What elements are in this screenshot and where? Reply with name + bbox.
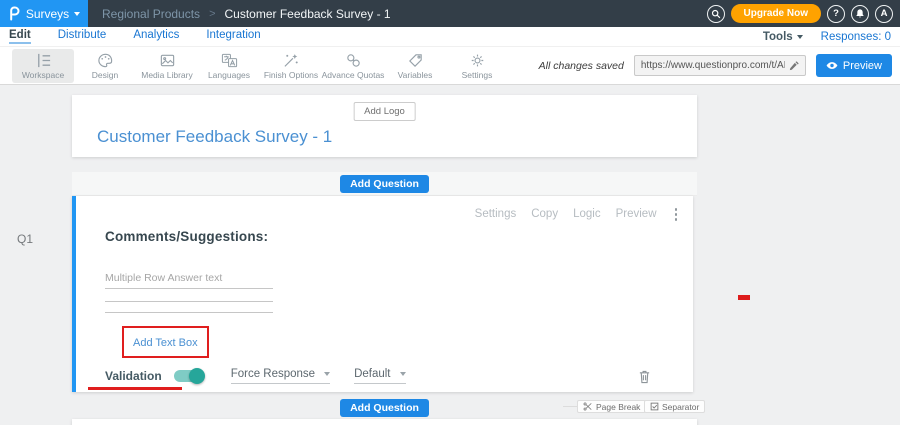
question-number-label: Q1 (17, 232, 33, 246)
chevron-down-icon (797, 35, 803, 39)
help-button[interactable]: ? (827, 5, 845, 23)
breadcrumb: Regional Products > Customer Feedback Su… (102, 7, 391, 21)
topbar: Surveys Regional Products > Customer Fee… (0, 0, 900, 27)
chevron-down-icon (74, 12, 80, 16)
responses-count-link[interactable]: Responses: 0 (821, 31, 891, 43)
palette-icon (96, 52, 115, 69)
toolbar-item-advance-quotas[interactable]: Advance Quotas (322, 49, 384, 83)
next-section-card (72, 419, 697, 425)
surveys-menu[interactable]: Surveys (0, 0, 88, 27)
toggle-knob (189, 368, 205, 384)
answer-row (105, 289, 273, 302)
search-button[interactable] (707, 5, 725, 23)
gear-icon (468, 52, 487, 69)
save-status: All changes saved (539, 60, 624, 72)
menubar-right: Tools Responses: 0 (763, 31, 900, 43)
tab-edit[interactable]: Edit (9, 29, 31, 44)
tab-distribute[interactable]: Distribute (58, 29, 107, 44)
question-actions: Settings Copy Logic Preview (475, 208, 677, 221)
search-icon (711, 9, 721, 19)
survey-editor-app: Surveys Regional Products > Customer Fee… (0, 0, 900, 425)
page-break-icon (583, 402, 593, 411)
tools-menu[interactable]: Tools (763, 31, 803, 43)
page-break-button[interactable]: Page Break (577, 400, 646, 413)
question-preview-link[interactable]: Preview (616, 208, 657, 220)
validation-label: Validation (105, 369, 162, 383)
add-text-box-link[interactable]: Add Text Box (133, 337, 198, 349)
toolbar-item-design[interactable]: Design (74, 49, 136, 83)
questionpro-logo-icon (8, 6, 21, 21)
question-copy-link[interactable]: Copy (531, 208, 558, 220)
toolbar-right: All changes saved https://www.questionpr… (539, 54, 900, 77)
validation-row: Validation Force Response Default (105, 368, 677, 384)
question-text[interactable]: Comments/Suggestions: (105, 229, 268, 244)
tab-integration[interactable]: Integration (206, 29, 260, 44)
multirow-answer-preview: Multiple Row Answer text (105, 272, 273, 313)
workspace-icon (34, 52, 53, 69)
breadcrumb-separator: > (209, 8, 215, 20)
trash-icon (638, 369, 651, 384)
toolbar-item-workspace[interactable]: Workspace (12, 49, 74, 83)
upgrade-now-button[interactable]: Upgrade Now (731, 4, 821, 23)
magic-wand-icon (282, 52, 301, 69)
eye-icon (826, 61, 838, 70)
translate-icon (220, 52, 239, 69)
tag-icon (406, 52, 425, 69)
toolbar-item-languages[interactable]: Languages (198, 49, 260, 83)
checkbox-icon (650, 402, 659, 411)
default-validation-dropdown[interactable]: Default (354, 368, 405, 384)
survey-header-card: Add Logo Customer Feedback Survey - 1 (72, 95, 697, 157)
menu-items: Edit Distribute Analytics Integration (0, 29, 261, 44)
add-logo-button[interactable]: Add Logo (353, 102, 416, 121)
answer-placeholder: Multiple Row Answer text (105, 272, 273, 289)
red-dash-annotation (738, 295, 750, 300)
delete-question-button[interactable] (638, 369, 651, 384)
product-name: Surveys (26, 7, 69, 21)
avatar[interactable]: A (875, 5, 893, 23)
add-question-bar-top: Add Question (72, 172, 697, 196)
toolbar-item-media-library[interactable]: Media Library (136, 49, 198, 83)
chevron-down-icon (324, 372, 330, 376)
breadcrumb-folder[interactable]: Regional Products (102, 7, 200, 21)
notifications-button[interactable] (851, 5, 869, 23)
question-card: Settings Copy Logic Preview Comments/Sug… (72, 196, 693, 392)
validation-red-underline-annotation (88, 387, 182, 390)
add-question-button-top[interactable]: Add Question (340, 175, 429, 193)
menubar: Edit Distribute Analytics Integration To… (0, 27, 900, 47)
toolbar-item-settings[interactable]: Settings (446, 49, 508, 83)
survey-url-field[interactable]: https://www.questionpro.com/t/APNrfZ (634, 55, 806, 76)
chevron-down-icon (400, 372, 406, 376)
survey-title[interactable]: Customer Feedback Survey - 1 (97, 127, 332, 147)
preview-button[interactable]: Preview (816, 54, 892, 77)
toolbar-item-finish-options[interactable]: Finish Options (260, 49, 322, 83)
question-settings-link[interactable]: Settings (475, 208, 517, 220)
editor-toolbar: Workspace Design Media Library Languages (0, 47, 900, 85)
pencil-icon[interactable] (789, 61, 799, 71)
breadcrumb-current-survey: Customer Feedback Survey - 1 (225, 7, 391, 21)
bell-icon (855, 8, 865, 19)
tab-analytics[interactable]: Analytics (133, 29, 179, 44)
question-logic-link[interactable]: Logic (573, 208, 601, 220)
kebab-menu-icon[interactable] (675, 208, 678, 221)
validation-toggle[interactable] (174, 370, 204, 382)
image-icon (158, 52, 177, 69)
force-response-dropdown[interactable]: Force Response (231, 368, 330, 384)
topbar-actions: Upgrade Now ? A (707, 4, 900, 23)
add-question-button-bottom[interactable]: Add Question (340, 399, 429, 417)
add-text-box-highlight: Add Text Box (122, 326, 209, 358)
chain-links-icon (344, 52, 363, 69)
answer-row (105, 302, 273, 313)
toolbar-item-variables[interactable]: Variables (384, 49, 446, 83)
toolbar-items: Workspace Design Media Library Languages (0, 49, 508, 83)
survey-url: https://www.questionpro.com/t/APNrfZ (641, 60, 785, 71)
separator-button[interactable]: Separator (644, 400, 705, 413)
